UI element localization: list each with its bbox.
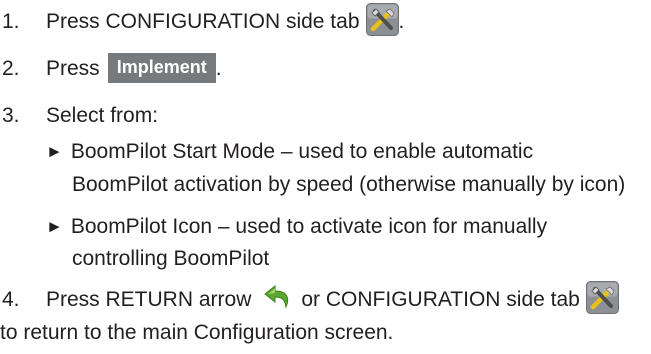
bullet-item-continued: BoomPilot activation by speed (otherwise… <box>72 166 625 202</box>
step-4-continued: to return to the main Configuration scre… <box>0 314 393 350</box>
step-2: 2. Press Implement . <box>0 50 222 86</box>
step-text: Press RETURN arrow <box>46 287 252 311</box>
bullet-marker: ► <box>46 141 63 161</box>
step-4: 4. Press RETURN arrow or CONFIGURATION s… <box>0 280 619 318</box>
bullet-text: BoomPilot Icon – used to activate icon f… <box>70 214 548 238</box>
implement-button[interactable]: Implement <box>107 52 216 84</box>
step-text-middle: or CONFIGURATION side tab <box>301 287 580 311</box>
step-text: Press CONFIGURATION side tab <box>46 9 360 33</box>
bullet-text: BoomPilot Start Mode – used to enable au… <box>70 139 534 163</box>
bullet-item: ► BoomPilot Icon – used to activate icon… <box>46 208 547 244</box>
bullet-text: BoomPilot activation by speed (otherwise… <box>72 172 626 196</box>
step-text: Press <box>46 56 100 80</box>
bullet-text: controlling BoomPilot <box>72 246 270 270</box>
step-number: 2. <box>2 56 20 80</box>
step-text: Select from: <box>46 103 159 127</box>
step-1: 1. Press CONFIGURATION side tab . <box>0 2 405 40</box>
step-3: 3. Select from: <box>0 97 158 133</box>
bullet-item-continued: controlling BoomPilot <box>72 240 269 276</box>
tools-icon <box>365 2 399 40</box>
instruction-list: 1. Press CONFIGURATION side tab . 2. Pre… <box>0 0 651 354</box>
step-text: to return to the main Configuration scre… <box>0 320 394 344</box>
step-text-end: . <box>215 56 222 80</box>
return-arrow-icon <box>263 284 291 314</box>
step-number: 4. <box>2 287 20 311</box>
tools-icon <box>585 280 619 318</box>
step-text-end: . <box>398 9 405 33</box>
bullet-marker: ► <box>46 216 63 236</box>
bullet-item: ► BoomPilot Start Mode – used to enable … <box>46 133 533 169</box>
step-number: 1. <box>2 9 20 33</box>
step-number: 3. <box>2 103 20 127</box>
